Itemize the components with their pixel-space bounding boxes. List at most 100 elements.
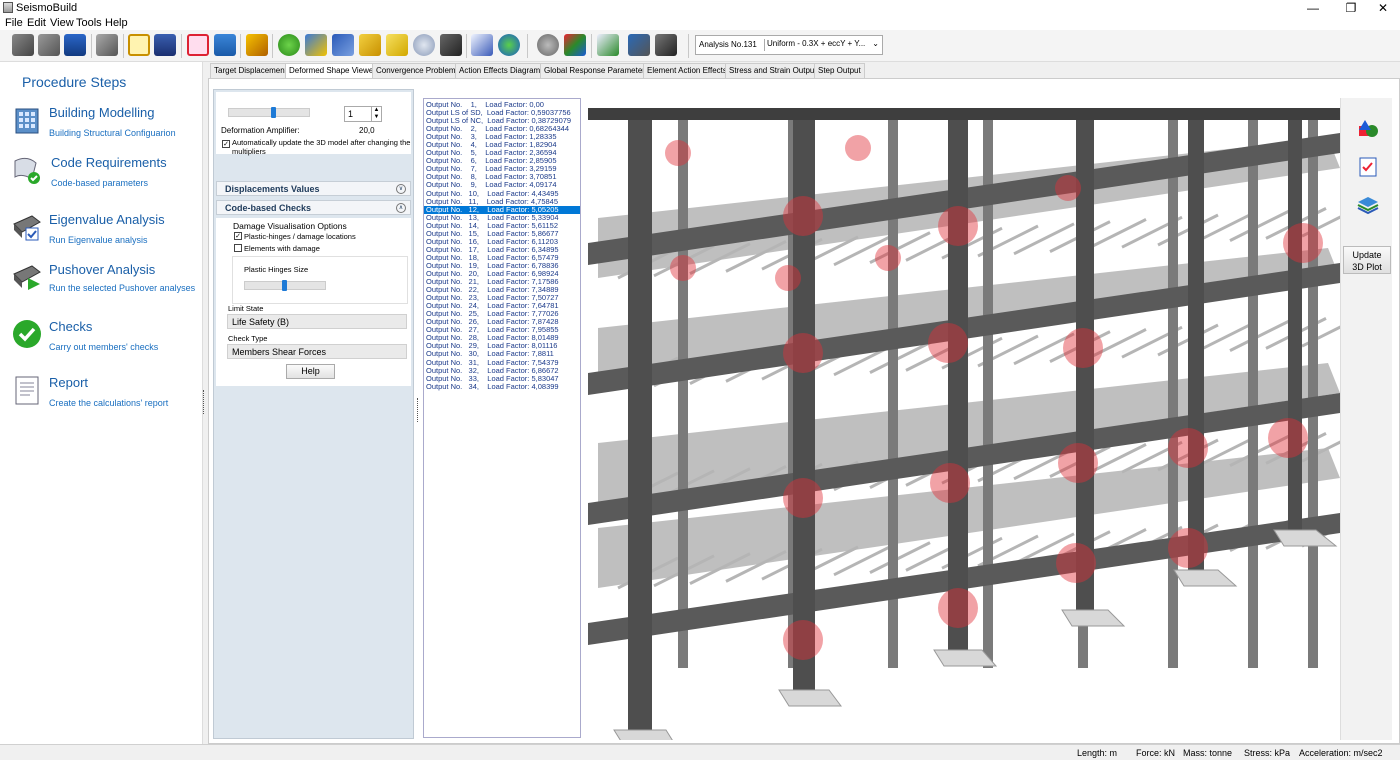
limit-state-label: Limit State bbox=[228, 304, 264, 313]
film-icon[interactable] bbox=[440, 34, 462, 56]
deformation-settings: 1 ▲ ▼ Deformation Amplifier: 20,0 ✓ Autom… bbox=[216, 92, 411, 156]
frame-icon[interactable] bbox=[128, 34, 150, 56]
step-checks[interactable]: Checks Carry out members' checks bbox=[0, 319, 203, 367]
deformation-slider-thumb[interactable] bbox=[271, 107, 276, 118]
splitter-handle[interactable] bbox=[417, 398, 419, 422]
plastic-hinges-checkbox[interactable]: ✓ bbox=[234, 232, 242, 240]
collapse-icon[interactable]: ∧ bbox=[396, 203, 406, 213]
brush-icon[interactable] bbox=[246, 34, 268, 56]
spinner-arrows-icon[interactable]: ▲ ▼ bbox=[371, 107, 381, 121]
checklist-icon[interactable] bbox=[1357, 156, 1379, 178]
checklist-icon[interactable] bbox=[597, 34, 619, 56]
multiplier-spinner[interactable]: 1 ▲ ▼ bbox=[344, 106, 382, 122]
analysis-selector[interactable]: Analysis No.131 Uniform - 0.3X + eccY + … bbox=[695, 35, 883, 55]
settings-icon[interactable] bbox=[537, 34, 559, 56]
minimize-button[interactable]: — bbox=[1296, 0, 1330, 16]
books-2-icon[interactable] bbox=[332, 34, 354, 56]
structure-icon[interactable] bbox=[187, 34, 209, 56]
joist bbox=[1013, 222, 1075, 256]
tab-convergence-problems[interactable]: Convergence Problems bbox=[372, 63, 464, 78]
deformation-slider[interactable] bbox=[228, 108, 310, 117]
menu-help[interactable]: Help bbox=[105, 17, 128, 29]
close-button[interactable]: ✕ bbox=[1366, 0, 1400, 16]
building-icon[interactable] bbox=[96, 34, 118, 56]
menu-view[interactable]: View bbox=[50, 17, 74, 29]
help-button[interactable]: Help bbox=[286, 364, 335, 379]
deformation-amplifier-label: Deformation Amplifier: bbox=[221, 126, 300, 135]
spinner-value[interactable]: 1 bbox=[348, 109, 353, 119]
menu-file[interactable]: File bbox=[5, 17, 23, 29]
calculator-icon[interactable] bbox=[214, 34, 236, 56]
analysis-type-select[interactable]: Uniform - 0.3X + eccY + Y... bbox=[764, 39, 876, 51]
save-icon[interactable] bbox=[64, 34, 86, 56]
code-requirements-icon bbox=[14, 157, 40, 184]
chat-icon[interactable] bbox=[413, 34, 435, 56]
step-subtitle[interactable]: Code-based parameters bbox=[51, 177, 201, 189]
report-icon[interactable] bbox=[154, 34, 176, 56]
plastic-hinge-marker bbox=[783, 478, 823, 518]
maximize-button[interactable]: ❐ bbox=[1334, 0, 1368, 16]
tab-step-output[interactable]: Step Output bbox=[814, 63, 865, 78]
step-eigenvalue-analysis[interactable]: Eigenvalue Analysis Run Eigenvalue analy… bbox=[0, 212, 203, 260]
folder-icon[interactable] bbox=[359, 34, 381, 56]
tab-element-action-effects[interactable]: Element Action Effects bbox=[643, 63, 731, 78]
step-subtitle[interactable]: Create the calculations' report bbox=[49, 397, 199, 409]
tab-deformed-shape-viewer[interactable]: Deformed Shape Viewer bbox=[285, 63, 381, 79]
step-report[interactable]: Report Create the calculations' report bbox=[0, 375, 203, 423]
layers-icon[interactable] bbox=[1357, 194, 1379, 216]
step-code-requirements[interactable]: Code Requirements Code-based parameters bbox=[0, 155, 203, 203]
shapes-icon[interactable] bbox=[564, 34, 586, 56]
step-title[interactable]: Report bbox=[49, 375, 88, 390]
tab-global-response-parameters[interactable]: Global Response Parameters bbox=[540, 63, 653, 78]
hinge-size-slider-thumb[interactable] bbox=[282, 280, 287, 291]
3d-model-viewport[interactable] bbox=[588, 108, 1340, 740]
splitter-handle[interactable] bbox=[203, 390, 205, 414]
notes-icon[interactable] bbox=[386, 34, 408, 56]
tab-stress-strain-output[interactable]: Stress and Strain Output bbox=[725, 63, 821, 78]
pen-icon[interactable] bbox=[471, 34, 493, 56]
step-subtitle[interactable]: Run the selected Pushover analyses bbox=[49, 282, 199, 294]
globe-icon[interactable] bbox=[498, 34, 520, 56]
step-subtitle[interactable]: Building Structural Configuarion bbox=[49, 127, 199, 139]
step-subtitle[interactable]: Carry out members' checks bbox=[49, 341, 199, 353]
plastic-hinges-label: Plastic-hinges / damage locations bbox=[244, 232, 356, 241]
shapes-icon[interactable] bbox=[1357, 118, 1379, 140]
step-pushover-analysis[interactable]: Pushover Analysis Run the selected Pusho… bbox=[0, 262, 203, 310]
limit-state-select[interactable]: Life Safety (B) bbox=[227, 314, 407, 329]
update-label-2: 3D Plot bbox=[1352, 262, 1382, 272]
output-steps-list[interactable]: Output No. 1, Load Factor: 0,00 Output LS… bbox=[423, 98, 581, 738]
open-icon[interactable] bbox=[38, 34, 60, 56]
layers-icon[interactable] bbox=[628, 34, 650, 56]
code-based-checks-header[interactable]: Code-based Checks ∧ bbox=[216, 200, 411, 215]
new-file-icon[interactable] bbox=[12, 34, 34, 56]
check-type-select[interactable]: Members Shear Forces bbox=[227, 344, 407, 359]
step-title[interactable]: Pushover Analysis bbox=[49, 262, 155, 277]
hinge-size-label: Plastic Hinges Size bbox=[244, 265, 309, 274]
plastic-hinge-marker bbox=[783, 620, 823, 660]
auto-update-checkbox[interactable]: ✓ bbox=[222, 140, 230, 148]
step-title[interactable]: Eigenvalue Analysis bbox=[49, 212, 165, 227]
tab-action-effects-diagrams[interactable]: Action Effects Diagrams bbox=[455, 63, 549, 78]
film-2-icon[interactable] bbox=[655, 34, 677, 56]
expand-icon[interactable]: ∨ bbox=[396, 184, 406, 194]
chevron-down-icon[interactable]: ⌄ bbox=[872, 39, 879, 48]
plastic-hinge-marker bbox=[930, 463, 970, 503]
books-icon[interactable] bbox=[305, 34, 327, 56]
plastic-hinge-marker bbox=[1055, 175, 1081, 201]
help-icon[interactable] bbox=[278, 34, 300, 56]
step-title[interactable]: Building Modelling bbox=[49, 105, 155, 120]
step-title[interactable]: Checks bbox=[49, 319, 92, 334]
status-stress-unit: Stress: kPa bbox=[1244, 748, 1291, 758]
menu-tools[interactable]: Tools bbox=[76, 17, 102, 29]
output-row[interactable]: Output No. 34, Load Factor: 4,08399 bbox=[424, 382, 580, 391]
menu-edit[interactable]: Edit bbox=[27, 17, 46, 29]
step-title[interactable]: Code Requirements bbox=[51, 155, 167, 170]
displacements-values-header[interactable]: Displacements Values ∨ bbox=[216, 181, 411, 196]
step-subtitle[interactable]: Run Eigenvalue analysis bbox=[49, 234, 199, 246]
elements-damage-checkbox[interactable] bbox=[234, 244, 242, 252]
status-bar: Length: m Force: kN Mass: tonne Stress: … bbox=[0, 744, 1400, 760]
tab-target-displacement[interactable]: Target Displacement bbox=[210, 63, 291, 78]
update-3d-plot-button[interactable]: Update 3D Plot bbox=[1343, 246, 1391, 274]
deformed-structure-model[interactable] bbox=[588, 108, 1340, 740]
step-building-modelling[interactable]: Building Modelling Building Structural C… bbox=[0, 105, 203, 153]
